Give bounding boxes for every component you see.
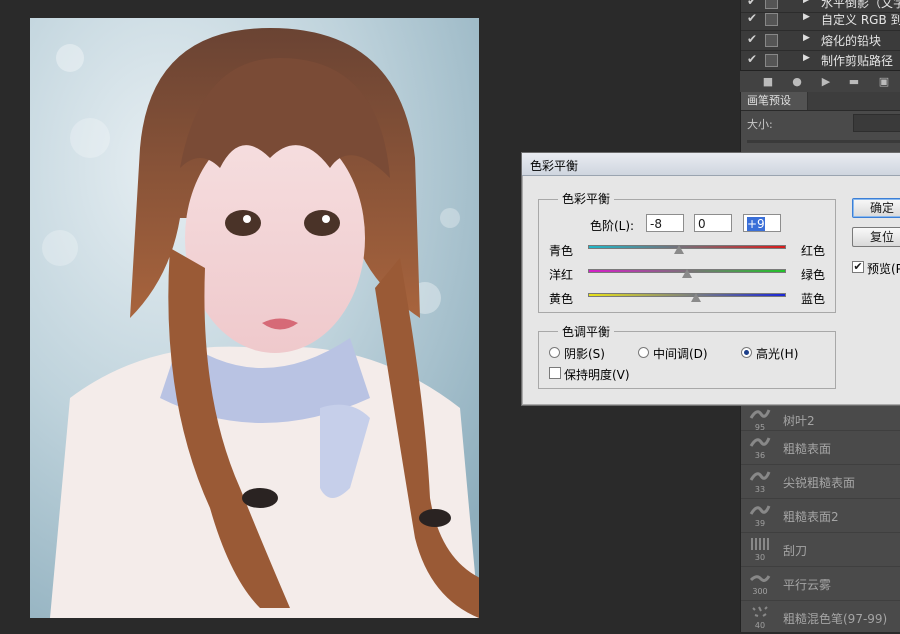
radio-shadows-label[interactable]: 阴影(S) <box>564 345 605 362</box>
yellow-blue-slider-thumb[interactable] <box>690 293 701 302</box>
brush-size: 300 <box>752 587 768 596</box>
brush-preset-item[interactable]: 39 粗糙表面2 <box>741 498 900 532</box>
radio-midtones[interactable] <box>638 347 649 358</box>
brush-stroke-icon <box>751 538 769 550</box>
size-slider[interactable] <box>747 140 900 143</box>
cyan-red-slider[interactable] <box>588 245 786 249</box>
color-balance-dialog: 色彩平衡 色彩平衡 色阶(L): -8 0 +9 青色 红色 洋红 绿色 黄色 … <box>521 152 900 406</box>
radio-midtones-label[interactable]: 中间调(D) <box>653 345 708 362</box>
radio-highlights-label[interactable]: 高光(H) <box>756 345 798 362</box>
cyan-red-slider-thumb[interactable] <box>674 245 685 254</box>
new-action-icon[interactable]: ▣ <box>878 76 890 88</box>
brush-preset-item[interactable]: 40 粗糙混色笔(97-99) <box>741 600 900 634</box>
dialog-toggle-box[interactable] <box>765 34 778 47</box>
canvas-image <box>30 18 479 618</box>
action-row[interactable]: ✔ ▶ 熔化的铅块 <box>741 30 900 50</box>
play-icon[interactable]: ▶ <box>820 76 832 88</box>
color-balance-group-title: 色彩平衡 <box>558 190 615 207</box>
ok-button[interactable]: 确定 <box>852 198 900 218</box>
stop-icon[interactable]: ■ <box>762 76 774 88</box>
record-icon[interactable]: ● <box>791 76 803 88</box>
action-row[interactable]: ✔ ▶ 制作剪贴路径 <box>741 50 900 70</box>
preserve-luminosity-label[interactable]: 保持明度(V) <box>564 366 630 383</box>
dialog-toggle-box[interactable] <box>765 0 778 9</box>
check-icon[interactable]: ✔ <box>747 52 759 66</box>
slider-right-label: 绿色 <box>801 268 826 282</box>
brush-preset-item[interactable]: 30 刮刀 <box>741 532 900 566</box>
preview-checkbox[interactable]: ✔ <box>852 261 864 273</box>
folder-icon[interactable]: ▬ <box>848 76 860 88</box>
brush-size: 30 <box>754 553 766 562</box>
brush-stroke-icon <box>749 471 771 481</box>
slider-left-label: 洋红 <box>549 268 574 282</box>
dialog-toggle-box[interactable] <box>765 13 778 26</box>
radio-shadows[interactable] <box>549 347 560 358</box>
brush-size: 39 <box>754 519 766 528</box>
size-label: 大小: <box>747 118 773 131</box>
brush-preset-item[interactable]: 33 尖锐粗糙表面 <box>741 464 900 498</box>
brush-stroke-icon <box>749 437 771 447</box>
brush-size: 36 <box>754 451 766 460</box>
action-label: 熔化的铅块 <box>821 34 882 48</box>
portrait-illustration <box>30 18 479 618</box>
brush-name: 粗糙表面2 <box>783 510 839 524</box>
yellow-blue-slider[interactable] <box>588 293 786 297</box>
radio-highlights[interactable] <box>741 347 752 358</box>
action-row[interactable]: ✔ ▶ 自定义 RGB 到灰度 <box>741 9 900 29</box>
level-cyan-red-input[interactable]: -8 <box>646 214 684 232</box>
size-field[interactable] <box>853 114 900 132</box>
brush-stroke-icon <box>749 409 771 419</box>
brush-stroke-icon <box>752 606 768 617</box>
action-label: 制作剪贴路径 <box>821 54 894 68</box>
slider-left-label: 黄色 <box>549 292 574 306</box>
dialog-title: 色彩平衡 <box>530 159 579 173</box>
brush-name: 粗糙表面 <box>783 442 832 456</box>
brush-name: 粗糙混色笔(97-99) <box>783 612 888 626</box>
brush-name: 刮刀 <box>783 544 808 558</box>
expand-triangle-icon[interactable]: ▶ <box>803 0 810 5</box>
reset-button[interactable]: 复位 <box>852 227 900 247</box>
expand-triangle-icon[interactable]: ▶ <box>803 53 810 63</box>
check-icon[interactable]: ✔ <box>747 11 759 25</box>
dialog-titlebar[interactable]: 色彩平衡 <box>522 153 900 176</box>
magenta-green-slider-thumb[interactable] <box>682 269 692 278</box>
brush-size: 40 <box>754 621 766 630</box>
brush-stroke-icon <box>749 505 771 515</box>
expand-triangle-icon[interactable]: ▶ <box>803 33 810 43</box>
levels-label: 色阶(L): <box>590 219 635 233</box>
preview-label[interactable]: 预览(P) <box>867 260 900 277</box>
tab-brush-presets[interactable]: 画笔预设 <box>741 92 808 110</box>
brush-preset-item[interactable]: 300 平行云雾 <box>741 566 900 600</box>
brush-size: 33 <box>754 485 766 494</box>
brush-preset-item[interactable]: 36 粗糙表面 <box>741 430 900 464</box>
check-icon[interactable]: ✔ <box>747 32 759 46</box>
tone-balance-group-title: 色调平衡 <box>558 323 615 340</box>
brush-name: 树叶2 <box>783 414 815 428</box>
preserve-luminosity-checkbox[interactable] <box>549 367 561 379</box>
action-label: 自定义 RGB 到灰度 <box>821 13 900 27</box>
brush-name: 尖锐粗糙表面 <box>783 476 856 490</box>
actions-toolbar: ■ ● ▶ ▬ ▣ <box>740 70 900 93</box>
slider-right-label: 蓝色 <box>801 292 826 306</box>
level-magenta-green-input[interactable]: 0 <box>694 214 732 232</box>
expand-triangle-icon[interactable]: ▶ <box>803 12 810 22</box>
brush-name: 平行云雾 <box>783 578 832 592</box>
dialog-toggle-box[interactable] <box>765 54 778 67</box>
level-yellow-blue-input[interactable]: +9 <box>743 214 781 232</box>
slider-left-label: 青色 <box>549 244 574 258</box>
brush-stroke-icon <box>749 575 771 582</box>
slider-right-label: 红色 <box>801 244 826 258</box>
check-icon[interactable]: ✔ <box>747 0 759 8</box>
